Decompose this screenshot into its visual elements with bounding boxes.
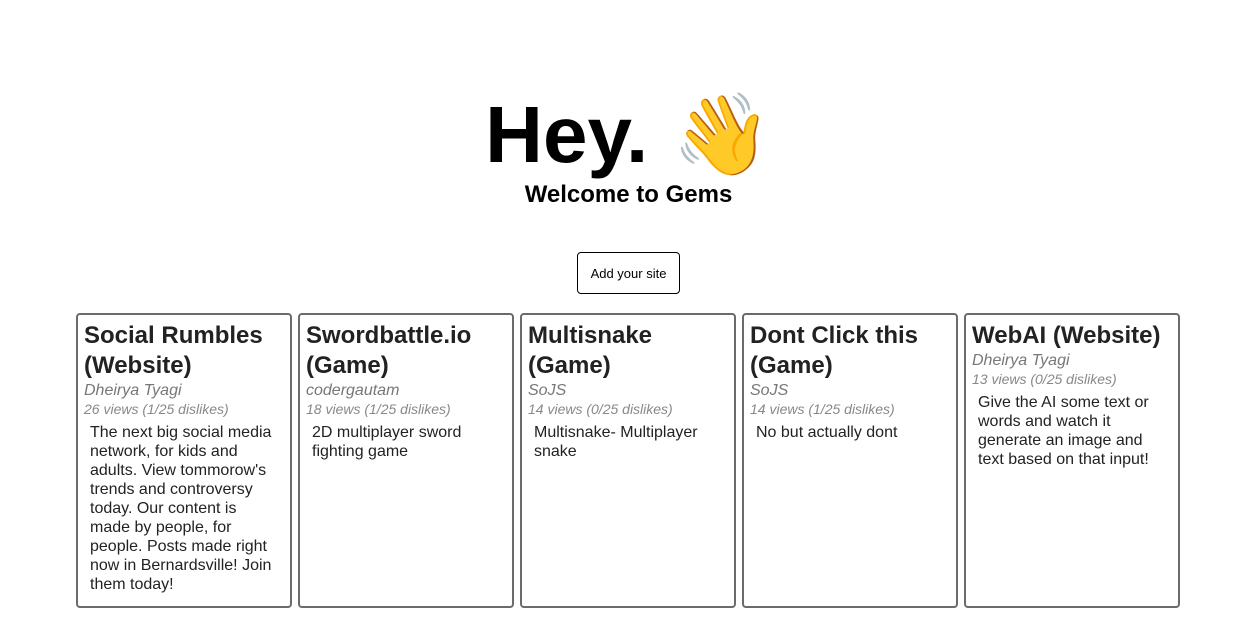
waving-hand-icon: 👋 [672, 87, 772, 181]
card-description: 2D multiplayer sword fighting game [312, 424, 462, 460]
card-author: Dheirya Tyagi [972, 352, 1070, 369]
site-card[interactable]: WebAI (Website) Dheirya Tyagi 13 views (… [964, 313, 1180, 608]
card-description: Give the AI some text or words and watch… [978, 394, 1149, 468]
card-stats: 14 views (1/25 dislikes) [750, 401, 895, 417]
card-description: Multisnake- Multiplayer snake [534, 424, 698, 460]
card-title: Social Rumbles (Website) [84, 322, 263, 379]
card-author: SoJS [750, 382, 789, 399]
site-card[interactable]: Dont Click this (Game) SoJS 14 views (1/… [742, 313, 958, 608]
hero-heading: Hey. 👋 [0, 80, 1257, 190]
add-your-site-button[interactable]: Add your site [577, 252, 680, 294]
card-title: WebAI (Website) [972, 322, 1161, 349]
site-card[interactable]: Social Rumbles (Website) Dheirya Tyagi 2… [76, 313, 292, 608]
card-description: No but actually dont [756, 424, 898, 441]
card-title: Swordbattle.io (Game) [306, 322, 472, 379]
welcome-heading: Welcome to Gems [524, 181, 733, 208]
card-stats: 26 views (1/25 dislikes) [84, 401, 229, 417]
card-author: codergautam [306, 382, 400, 399]
card-title: Multisnake (Game) [528, 322, 653, 379]
card-title: Dont Click this (Game) [750, 322, 919, 379]
hero-title: Hey. [485, 89, 649, 179]
site-card-list: Social Rumbles (Website) Dheirya Tyagi 2… [76, 313, 1180, 608]
site-card[interactable]: Swordbattle.io (Game) codergautam 18 vie… [298, 313, 514, 608]
card-description: The next big social media network, for k… [90, 424, 272, 593]
card-stats: 18 views (1/25 dislikes) [306, 401, 451, 417]
card-author: SoJS [528, 382, 567, 399]
card-author: Dheirya Tyagi [84, 382, 182, 399]
site-card[interactable]: Multisnake (Game) SoJS 14 views (0/25 di… [520, 313, 736, 608]
card-stats: 14 views (0/25 dislikes) [528, 401, 673, 417]
card-stats: 13 views (0/25 dislikes) [972, 371, 1117, 387]
